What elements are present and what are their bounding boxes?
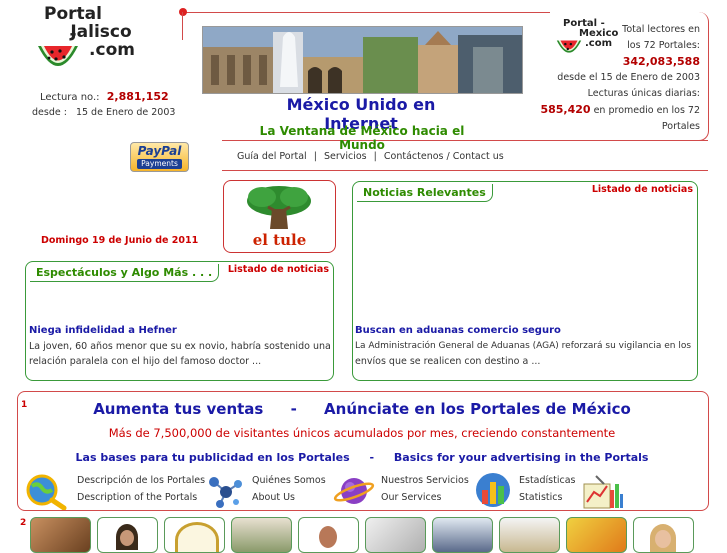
espectaculos-item-title[interactable]: Niega infidelidad a Hefner [29, 325, 177, 336]
stats-daily-label: Lecturas únicas diarias: [587, 88, 700, 99]
portal-jalisco-logo[interactable]: Portal - Jalisco .com [36, 4, 146, 84]
molecule-icon [209, 477, 242, 508]
paypal-sub: Payments [137, 159, 182, 169]
chart-paper-icon [583, 475, 623, 509]
nav-contacto[interactable]: Contáctenos / Contact us [384, 151, 504, 162]
thumbnail-3[interactable] [164, 517, 225, 553]
ad-bases: Las bases para tu publicidad en los Port… [75, 451, 649, 464]
noticias-item-text-1: La Administración General de Aduanas (AG… [355, 341, 692, 351]
stats-total-label-2: los 72 Portales: [627, 40, 700, 51]
ad-headline-left[interactable]: Aumenta tus ventas [93, 400, 263, 418]
link-descripcion-es[interactable]: Descripción de los Portales [77, 472, 205, 489]
current-date: Domingo 19 de Junio de 2011 [41, 235, 199, 246]
thumbnail-4[interactable] [231, 517, 292, 553]
noticias-panel: Noticias Relevantes Listado de noticias … [352, 181, 698, 381]
reads-since-label: desde : [32, 107, 67, 118]
noticias-tab[interactable]: Noticias Relevantes [357, 184, 493, 202]
stats-panel: Total lectores en los 72 Portales: 342,0… [540, 22, 700, 135]
ad-headline-sep: - [290, 400, 297, 418]
stats-total-value: 342,083,588 [622, 55, 700, 68]
ad-bases-en[interactable]: Basics for your advertising in the Porta… [394, 451, 649, 464]
el-tule-banner[interactable]: el tule [223, 180, 336, 253]
link-descripcion-en[interactable]: Description of the Portals [77, 489, 197, 506]
magnifier-globe-icon [26, 474, 67, 510]
link-estadisticas-es[interactable]: Estadísticas [519, 472, 575, 489]
stats-daily-value: 585,420 [540, 103, 591, 116]
thumbnail-8[interactable] [499, 517, 560, 553]
header-banner-image [202, 26, 523, 94]
thumbnail-5[interactable] [298, 517, 359, 553]
info-link-quienes[interactable]: Quiénes Somos About Us [204, 472, 326, 510]
info-link-servicios[interactable]: Nuestros Servicios Our Services [333, 472, 473, 510]
espectaculos-panel: Espectáculos y Algo Más . . . Listado de… [25, 261, 334, 381]
thumbnail-6[interactable] [365, 517, 426, 553]
reads-label: Lectura no.: [40, 92, 100, 103]
thumbnail-10[interactable] [633, 517, 694, 553]
bottom-marker: 2 [20, 518, 27, 528]
reads-since-date: 15 de Enero de 2003 [75, 107, 176, 118]
stats-since: desde el 15 de Enero de 2003 [557, 72, 700, 83]
tree-icon [247, 186, 311, 229]
read-since: desde : 15 de Enero de 2003 [32, 107, 175, 118]
stats-total-label-1: Total lectores en [622, 24, 700, 35]
espectaculos-item-text-2: relación paralela con el hijo del famoso… [29, 356, 262, 367]
link-servicios-en[interactable]: Our Services [381, 489, 441, 506]
espectaculos-item-text-1: La joven, 60 años menor que su ex novio,… [29, 341, 331, 352]
thumbnail-2[interactable] [97, 517, 158, 553]
noticias-item-title[interactable]: Buscan en aduanas comercio seguro [355, 325, 561, 336]
paypal-button[interactable]: PayPal Payments [130, 142, 189, 172]
main-nav: Guía del Portal | Servicios | Contácteno… [237, 151, 504, 162]
noticias-list-link[interactable]: Listado de noticias [592, 184, 693, 195]
info-link-descripcion[interactable]: Descripción de los Portales Description … [24, 472, 205, 510]
link-quienes-en[interactable]: About Us [252, 489, 295, 506]
bar-chart-icon [476, 473, 510, 507]
logo-line-2: Jalisco [70, 22, 132, 42]
espectaculos-tab[interactable]: Espectáculos y Algo Más . . . [30, 264, 220, 282]
thumbnail-1[interactable] [30, 517, 91, 553]
ad-headline-right[interactable]: Anúnciate en los Portales de México [324, 400, 631, 418]
paypal-label: PayPal [137, 144, 182, 158]
noticias-item-text-2: envíos que se realicen con destino a ... [355, 356, 541, 367]
link-servicios-es[interactable]: Nuestros Servicios [381, 472, 469, 489]
el-tule-label: el tule [252, 231, 307, 249]
nav-guia[interactable]: Guía del Portal [237, 151, 307, 162]
watermelon-icon [38, 46, 78, 66]
link-estadisticas-en[interactable]: Statistics [519, 489, 562, 506]
read-counter: Lectura no.: 2,881,152 [40, 90, 180, 103]
page-subtitle: La Ventana de México hacia el Mundo [259, 124, 465, 152]
planet-icon [333, 478, 375, 504]
stats-daily-suffix2: Portales [661, 121, 700, 132]
thumbnail-9[interactable] [566, 517, 627, 553]
reads-count: 2,881,152 [106, 90, 169, 103]
ad-bases-es[interactable]: Las bases para tu publicidad en los Port… [76, 451, 350, 464]
link-quienes-es[interactable]: Quiénes Somos [252, 472, 326, 489]
espectaculos-list-link[interactable]: Listado de noticias [228, 264, 329, 275]
thumbnail-7[interactable] [432, 517, 493, 553]
ad-subline: Más de 7,500,000 de visitantes únicos ac… [108, 426, 616, 440]
ad-headline: Aumenta tus ventas - Anúnciate en los Po… [17, 400, 707, 418]
nav-servicios[interactable]: Servicios [324, 151, 367, 162]
logo-line-3: .com [89, 40, 135, 60]
stats-daily-suffix: en promedio en los 72 [593, 105, 700, 116]
